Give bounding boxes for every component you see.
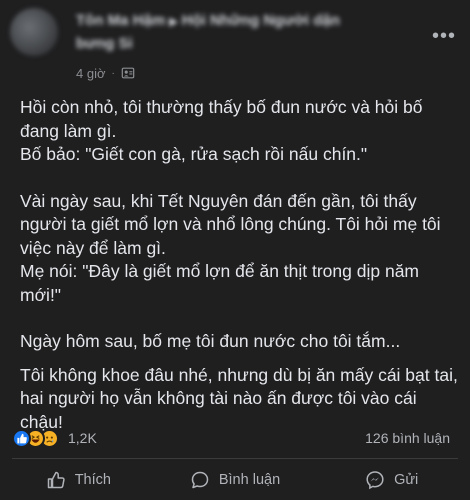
like-label: Thích [74,472,111,488]
like-icon [12,428,31,448]
comment-button[interactable]: Bình luận [157,460,314,500]
author-name[interactable]: Tôn Ma Hậm [76,12,165,29]
post-card: Tôn Ma Hậm ▶ Hội Những Người dận bưng Si 4… [0,0,470,500]
messenger-icon [366,471,384,490]
thumbs-up-icon [47,471,65,489]
paragraph-6: Tôi không khoe đâu nhé, nhưng dù bị ăn m… [20,364,458,432]
post-meta: 4 giờ · [76,64,135,82]
paragraph-4: Mẹ nói: "Đây là giết mổ lợn để ăn thịt t… [20,261,420,305]
post-time[interactable]: 4 giờ [76,66,106,81]
post-header: Tôn Ma Hậm ▶ Hội Những Người dận bưng Si 4… [0,0,470,90]
send-label: Gửi [394,472,419,488]
paragraph-5: Ngày hôm sau, bố mẹ tôi đun nước cho tôi… [20,331,401,351]
comment-icon [191,471,209,489]
post-text: Hồi còn nhỏ, tôi thường thấy bố đun nước… [20,96,460,434]
comment-count[interactable]: 126 bình luận [365,430,450,446]
paragraph-2: Bố bảo: "Giết con gà, rửa sạch rồi nấu c… [20,144,368,164]
actions-divider [12,458,458,459]
paragraph-3: Vài ngày sau, khi Tết Nguyên đán đến gần… [20,190,441,258]
author-line[interactable]: Tôn Ma Hậm ▶ Hội Những Người dận bưng Si [76,10,376,55]
comment-label: Bình luận [218,472,281,488]
reaction-count[interactable]: 1,2K [68,430,97,446]
more-dots-icon: ••• [431,24,456,47]
author-avatar[interactable] [10,8,58,56]
paragraph-1: Hồi còn nhỏ, tôi thường thấy bố đun nước… [20,97,423,141]
group-audience-icon [121,67,135,79]
send-button[interactable]: Gửi [313,460,470,500]
meta-separator: · [111,67,115,79]
more-options-button[interactable]: ••• [430,24,458,47]
reactions-summary[interactable]: 1,2K [12,427,97,449]
like-button[interactable]: Thích [0,460,157,500]
caret-right-icon: ▶ [169,16,178,28]
post-actions: Thích Bình luận Gửi [0,460,470,500]
